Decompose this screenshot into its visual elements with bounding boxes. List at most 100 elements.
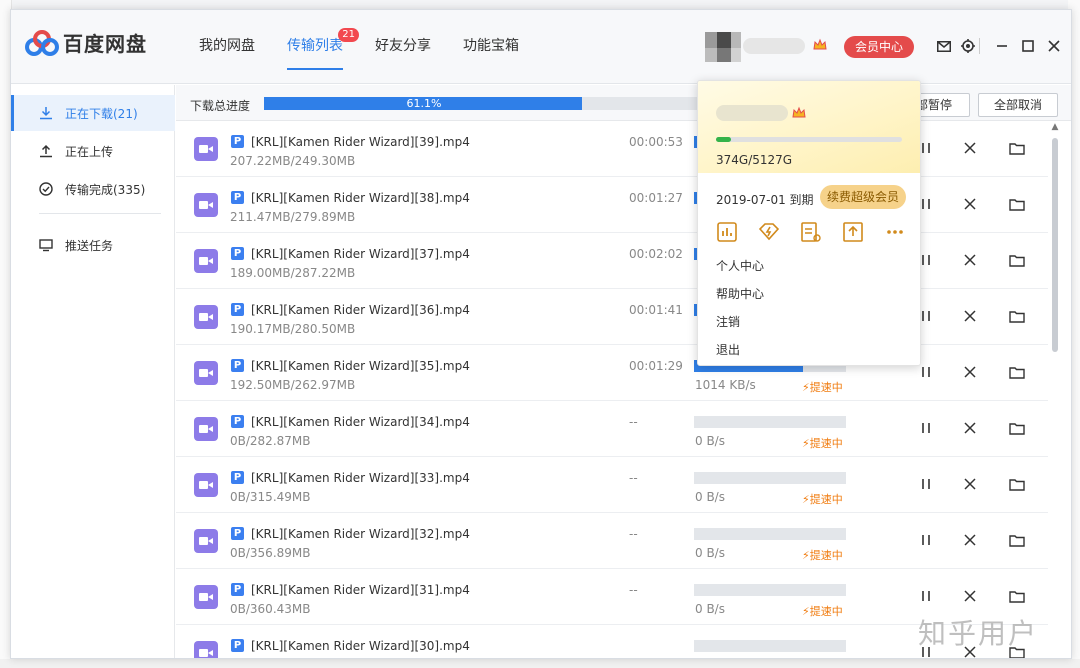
upload-icon[interactable] [842,221,866,245]
tab-toolbox[interactable]: 功能宝箱 [447,10,535,84]
list-scrollbar-thumb[interactable] [1052,138,1058,352]
titlebar-separator [977,36,981,56]
video-file-icon [194,193,218,217]
menu-personal-center[interactable]: 个人中心 [716,257,764,274]
file-name: [KRL][Kamen Rider Wizard][37].mp4 [251,247,470,261]
file-size: 192.50MB/262.97MB [230,378,356,392]
pause-icon [921,422,931,438]
cancel-download-button[interactable] [959,475,981,497]
minimize-icon[interactable] [993,36,1011,56]
tab-label: 好友分享 [375,38,431,54]
tab-friend-share[interactable]: 好友分享 [359,10,447,84]
download-speed: 0 B/s [695,602,725,616]
download-icon [39,106,53,120]
p-badge-icon: P [231,527,244,540]
download-toolbar: 下载总进度 61.1% 部暂停 全部取消 [176,85,1071,121]
app-name: 百度网盘 [63,32,147,56]
vip-center-button[interactable]: 会员中心 [844,36,914,58]
cancel-download-button[interactable] [959,587,981,609]
sidebar-item-label: 正在上传 [65,144,114,159]
transfer-sidebar: 正在下载(21) 正在上传 传输完成(335) 推送任务 [11,85,175,658]
menu-logout[interactable]: 注销 [716,313,740,330]
close-icon [964,198,976,214]
pause-download-button[interactable] [915,475,937,497]
p-badge-icon: P [231,247,244,260]
pause-download-button[interactable] [915,419,937,441]
video-file-icon [194,417,218,441]
download-row[interactable]: P [KRL][Kamen Rider Wizard][34].mp4 0B/282… [176,401,1048,457]
tab-transfer-list[interactable]: 传输列表 21 [271,10,359,84]
menu-help-center[interactable]: 帮助中心 [716,285,764,302]
list-icon[interactable] [800,221,824,245]
sidebar-divider [39,213,161,214]
open-folder-button[interactable] [1006,139,1028,161]
open-folder-button[interactable] [1006,363,1028,385]
pause-download-button[interactable] [915,363,937,385]
total-progress-percent: 61.1% [406,97,442,110]
cancel-download-button[interactable] [959,531,981,553]
file-name: [KRL][Kamen Rider Wizard][39].mp4 [251,135,470,149]
pause-download-button[interactable] [915,587,937,609]
cancel-download-button[interactable] [959,251,981,273]
open-folder-button[interactable] [1006,251,1028,273]
tab-label: 功能宝箱 [463,38,519,54]
download-row[interactable]: P [KRL][Kamen Rider Wizard][33].mp4 0B/315… [176,457,1048,513]
mail-icon[interactable] [935,36,953,56]
cancel-download-button[interactable] [959,139,981,161]
close-icon [964,590,976,606]
open-folder-button[interactable] [1006,587,1028,609]
boost-status: ⚡提速中 [802,435,843,451]
sidebar-item-downloading[interactable]: 正在下载(21) [11,95,175,131]
lightning-icon: ⚡ [802,493,810,506]
boost-status: ⚡提速中 [802,547,843,563]
open-folder-button[interactable] [1006,195,1028,217]
video-file-icon [194,137,218,161]
pause-icon [921,198,931,214]
app-logo[interactable]: 百度网盘 [25,28,147,57]
folder-icon [1009,478,1025,495]
lightning-icon: ⚡ [802,549,810,562]
boost-label: 提速中 [809,437,843,450]
sidebar-item-completed[interactable]: 传输完成(335) [11,171,175,207]
settings-gear-icon[interactable] [959,36,977,56]
cancel-download-button[interactable] [959,307,981,329]
speed-icon[interactable] [758,221,782,245]
file-progress-bar [694,640,846,652]
cancel-download-button[interactable] [959,419,981,441]
scroll-up-arrow-icon[interactable]: ▲ [1050,122,1060,132]
open-folder-button[interactable] [1006,307,1028,329]
file-name: [KRL][Kamen Rider Wizard][31].mp4 [251,583,470,597]
renew-super-vip-button[interactable]: 续费超级会员 [820,185,906,209]
close-window-icon[interactable] [1045,36,1063,56]
more-icon[interactable] [884,221,908,245]
cancel-all-button[interactable]: 全部取消 [978,93,1058,117]
cancel-download-button[interactable] [959,195,981,217]
user-avatar[interactable] [705,32,809,62]
time-remaining: 00:00:53 [629,135,683,149]
video-file-icon [194,249,218,273]
sidebar-item-uploading[interactable]: 正在上传 [11,133,175,169]
menu-exit[interactable]: 退出 [716,341,740,358]
file-size: 207.22MB/249.30MB [230,154,356,168]
file-progress-bar [694,584,846,596]
file-size: 190.17MB/280.50MB [230,322,356,336]
file-progress-bar [694,472,846,484]
pause-download-button[interactable] [915,531,937,553]
file-progress-bar [694,416,846,428]
open-folder-button[interactable] [1006,531,1028,553]
p-badge-icon: P [231,415,244,428]
pause-icon [921,310,931,326]
time-remaining: 00:01:41 [629,303,683,317]
folder-icon [1009,422,1025,439]
p-badge-icon: P [231,135,244,148]
boost-label: 提速中 [809,549,843,562]
sidebar-item-push-tasks[interactable]: 推送任务 [11,227,175,263]
chart-icon[interactable] [716,221,740,245]
download-row[interactable]: P [KRL][Kamen Rider Wizard][32].mp4 0B/356… [176,513,1048,569]
maximize-icon[interactable] [1019,36,1037,56]
tab-my-netdisk[interactable]: 我的网盘 [183,10,271,84]
open-folder-button[interactable] [1006,419,1028,441]
open-folder-button[interactable] [1006,475,1028,497]
total-progress-label: 下载总进度 [190,99,251,113]
cancel-download-button[interactable] [959,363,981,385]
